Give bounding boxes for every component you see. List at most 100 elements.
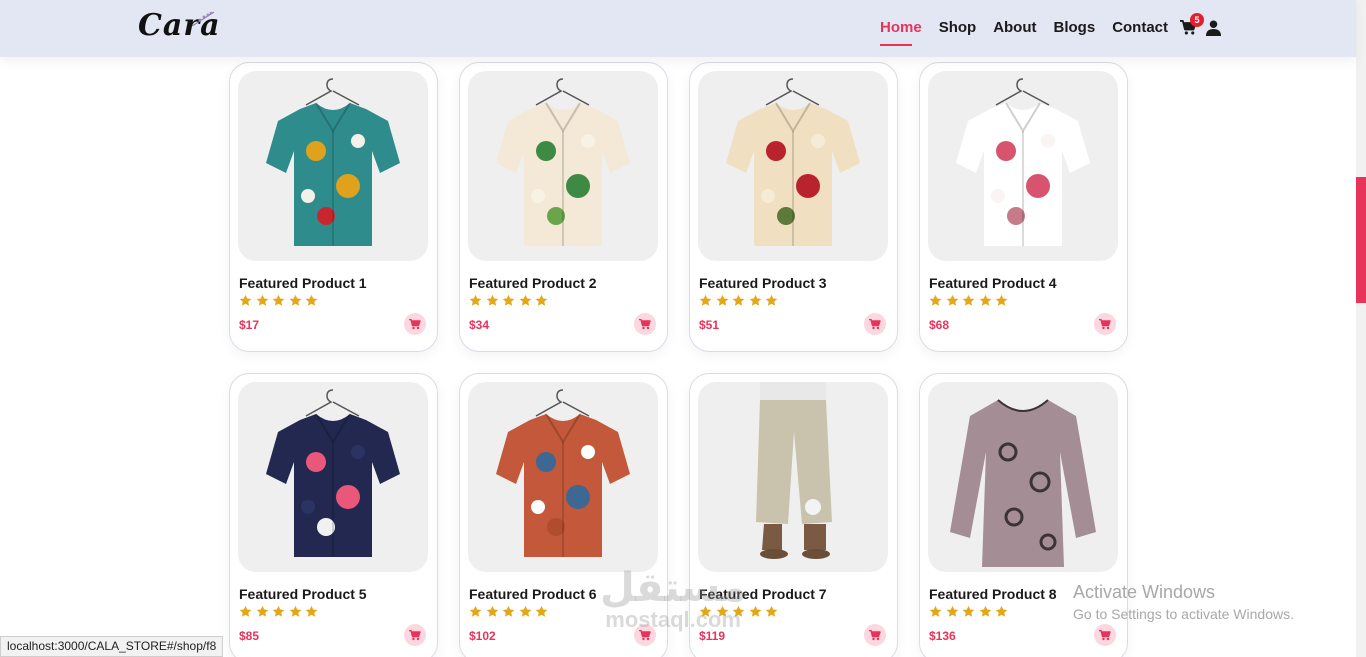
star-icon xyxy=(469,605,482,617)
product-title: Featured Product 8 xyxy=(929,586,1057,602)
shopping-cart-icon xyxy=(869,629,881,640)
add-to-cart-button[interactable] xyxy=(1094,313,1116,335)
star-icon xyxy=(486,605,498,617)
add-to-cart-button[interactable] xyxy=(864,624,886,646)
star-icon xyxy=(979,294,991,306)
product-card-3[interactable]: Featured Product 3 $51 xyxy=(689,62,898,352)
star-icon xyxy=(946,605,958,617)
star-icon xyxy=(535,605,548,617)
mauve-print-blouse-image[interactable] xyxy=(928,382,1118,572)
add-to-cart-button[interactable] xyxy=(634,313,656,335)
star-icon xyxy=(272,294,285,306)
shopping-cart-icon xyxy=(1099,629,1111,640)
product-title: Featured Product 2 xyxy=(469,275,597,291)
star-icon xyxy=(995,605,1008,617)
star-icon xyxy=(946,294,958,306)
product-card-2[interactable]: Featured Product 2 $34 xyxy=(459,62,668,352)
product-price: $17 xyxy=(239,318,260,332)
star-icon xyxy=(765,605,778,617)
star-icon xyxy=(239,294,252,306)
star-icon xyxy=(519,294,531,306)
star-icon xyxy=(469,294,482,306)
star-icon xyxy=(486,294,498,306)
shopping-cart-icon xyxy=(1099,318,1111,329)
nav-item-home[interactable]: Home xyxy=(880,19,922,46)
shopping-cart-icon xyxy=(409,629,421,640)
nav-item-shop[interactable]: Shop xyxy=(939,19,977,42)
star-icon xyxy=(239,605,252,617)
star-icon xyxy=(765,294,778,306)
product-price: $51 xyxy=(699,318,720,332)
shopping-cart-icon xyxy=(409,318,421,329)
rose-print-shirt-image[interactable] xyxy=(698,71,888,261)
browser-status-url: localhost:3000/CALA_STORE#/shop/f8 xyxy=(0,636,224,657)
add-to-cart-button[interactable] xyxy=(864,313,886,335)
activate-windows-overlay: Activate Windows Go to Settings to activ… xyxy=(1073,582,1294,622)
star-icon xyxy=(305,294,318,306)
product-title: Featured Product 5 xyxy=(239,586,367,602)
star-icon xyxy=(995,294,1008,306)
product-card-1[interactable]: Featured Product 1 $17 xyxy=(229,62,438,352)
add-to-cart-button[interactable] xyxy=(404,313,426,335)
star-icon xyxy=(732,294,745,306)
product-rating xyxy=(239,294,322,307)
cart-count-badge: 5 xyxy=(1190,13,1204,27)
star-icon xyxy=(749,605,761,617)
product-title: Featured Product 3 xyxy=(699,275,827,291)
star-icon xyxy=(256,294,268,306)
main-nav: Home Shop About Blogs Contact xyxy=(880,19,1185,46)
product-rating xyxy=(929,605,1012,618)
product-price: $85 xyxy=(239,629,260,643)
site-header: Cara Home Shop About Blogs Contact 5 xyxy=(0,0,1356,57)
product-title: Featured Product 6 xyxy=(469,586,597,602)
nav-item-about[interactable]: About xyxy=(993,19,1036,42)
star-icon xyxy=(305,605,318,617)
star-icon xyxy=(289,605,301,617)
product-rating xyxy=(699,294,782,307)
watermark-latin: mostaql.com xyxy=(605,607,741,632)
star-icon xyxy=(289,294,301,306)
add-to-cart-button[interactable] xyxy=(1094,624,1116,646)
user-icon[interactable] xyxy=(1206,20,1221,36)
product-rating xyxy=(469,605,552,618)
site-watermark: مستقل mostaql.com xyxy=(600,565,746,633)
add-to-cart-button[interactable] xyxy=(404,624,426,646)
star-icon xyxy=(519,605,531,617)
star-icon xyxy=(962,605,975,617)
floral-patchwork-shirt-image[interactable] xyxy=(238,71,428,261)
product-rating xyxy=(469,294,552,307)
star-icon xyxy=(962,294,975,306)
star-icon xyxy=(535,294,548,306)
shopping-cart-icon xyxy=(869,318,881,329)
product-rating xyxy=(239,605,322,618)
star-icon xyxy=(716,294,728,306)
product-price: $102 xyxy=(469,629,496,643)
product-price: $68 xyxy=(929,318,950,332)
product-title: Featured Product 4 xyxy=(929,275,1057,291)
shopping-cart-icon xyxy=(639,318,651,329)
product-card-4[interactable]: Featured Product 4 $68 xyxy=(919,62,1128,352)
scrollbar-thumb[interactable] xyxy=(1356,177,1366,303)
star-icon xyxy=(502,605,515,617)
star-icon xyxy=(749,294,761,306)
tropical-leaf-shirt-image[interactable] xyxy=(468,71,658,261)
star-icon xyxy=(272,605,285,617)
activate-windows-title: Activate Windows xyxy=(1073,582,1216,602)
star-icon xyxy=(979,605,991,617)
linen-cropped-pants-image[interactable] xyxy=(698,382,888,572)
star-icon xyxy=(699,294,712,306)
star-icon xyxy=(256,605,268,617)
star-icon xyxy=(929,605,942,617)
activate-windows-subtitle: Go to Settings to activate Windows. xyxy=(1073,606,1294,622)
product-price: $34 xyxy=(469,318,490,332)
product-card-5[interactable]: Featured Product 5 $85 xyxy=(229,373,438,657)
page-scrollbar[interactable] xyxy=(1356,0,1366,657)
product-rating xyxy=(929,294,1012,307)
pink-blossom-shirt-image[interactable] xyxy=(928,71,1118,261)
star-icon xyxy=(929,294,942,306)
watermark-arabic: مستقل xyxy=(600,565,747,611)
nav-item-contact[interactable]: Contact xyxy=(1112,19,1168,42)
two-tone-corduroy-shirt-image[interactable] xyxy=(468,382,658,572)
nav-item-blogs[interactable]: Blogs xyxy=(1054,19,1096,42)
navy-floral-shirt-image[interactable] xyxy=(238,382,428,572)
